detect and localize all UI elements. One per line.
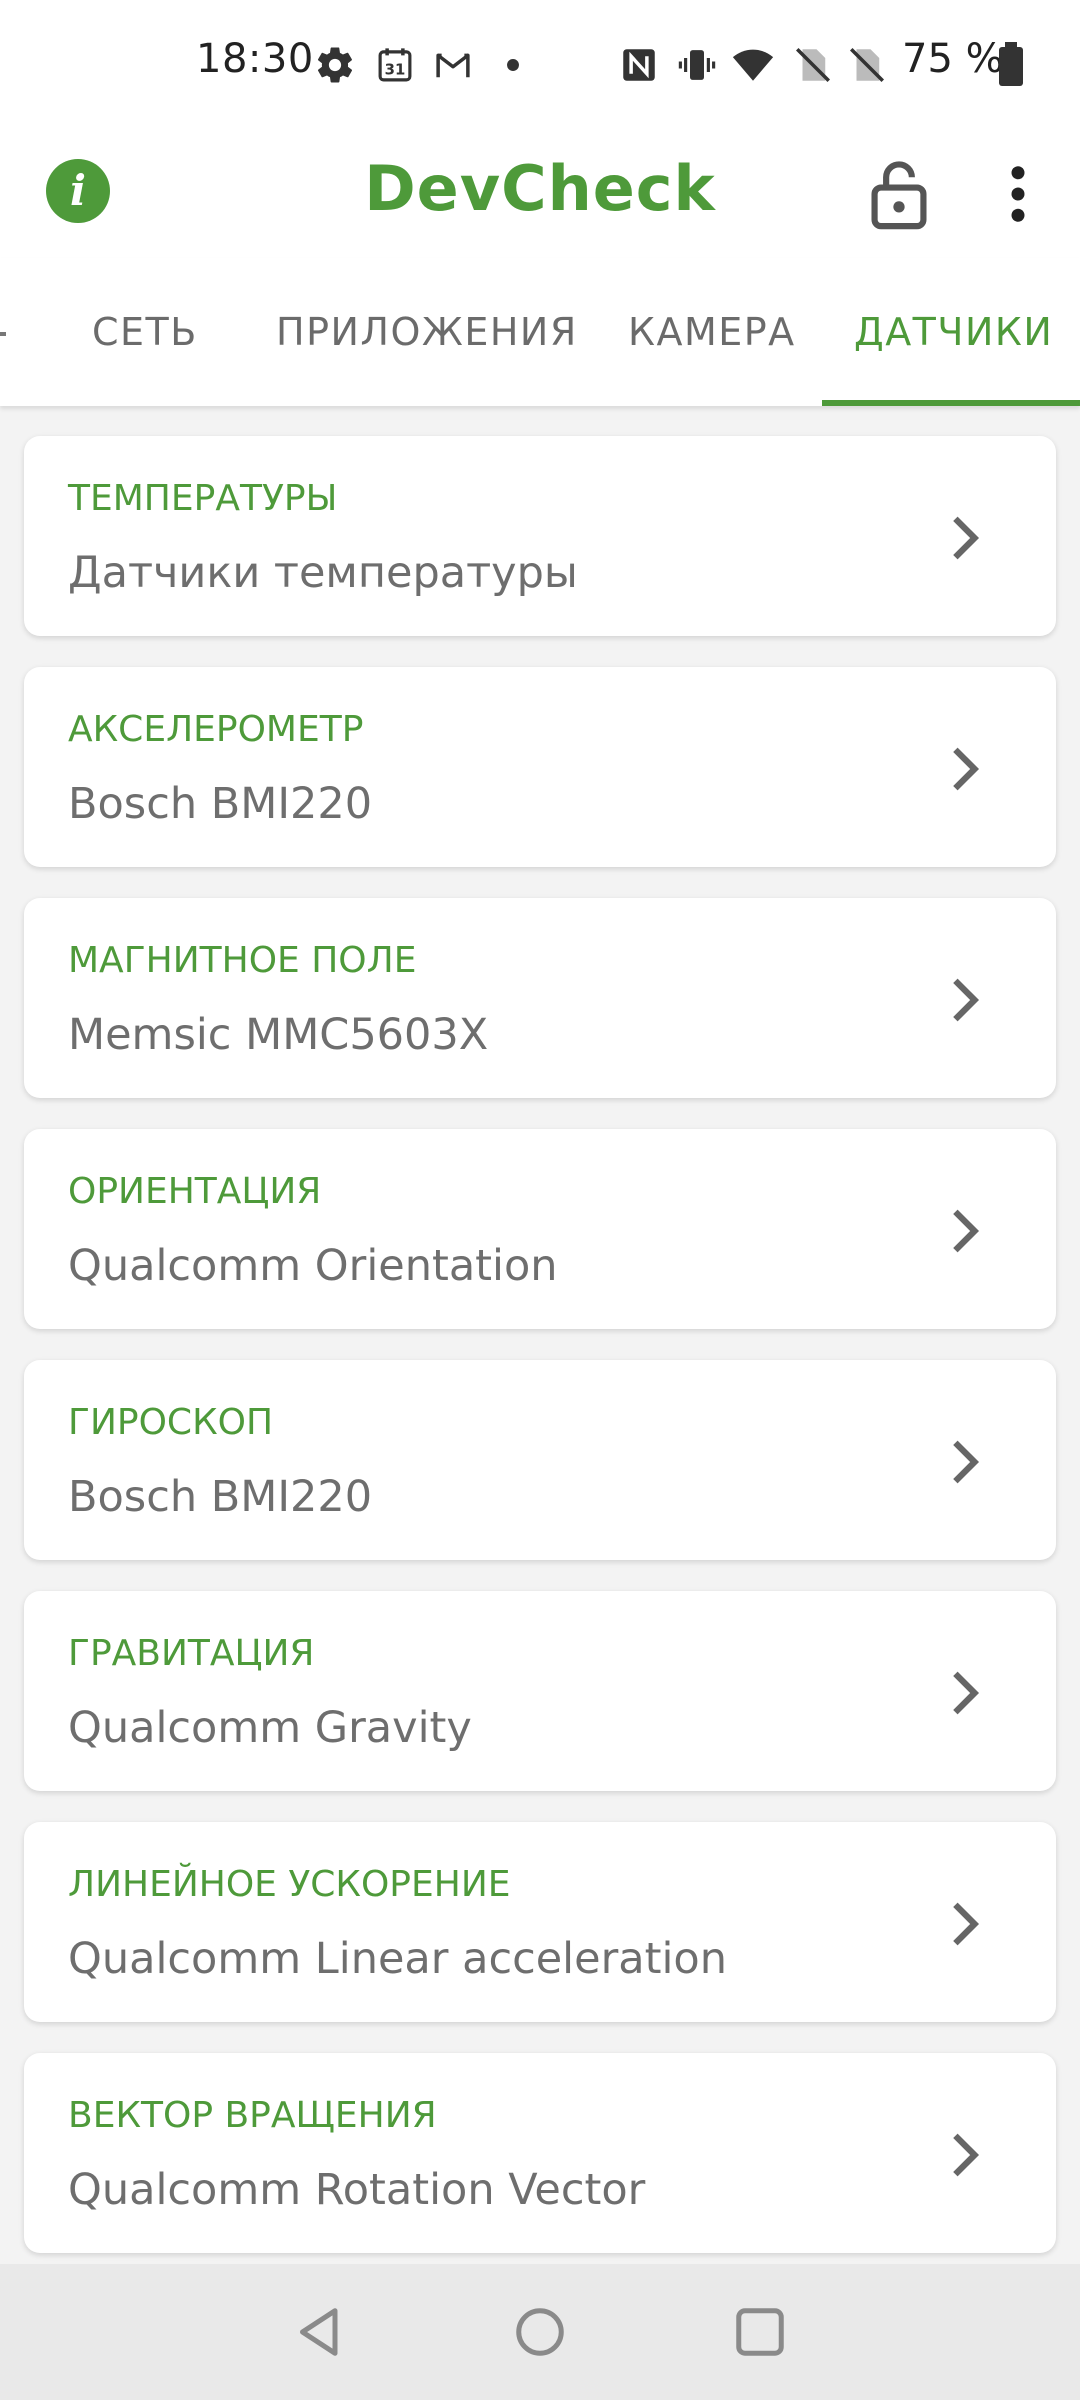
tab-apps[interactable]: ПРИЛОЖЕНИЯ [276,310,578,354]
sensor-card-magnetic-field[interactable]: МАГНИТНОЕ ПОЛЕ Memsic MMC5603X [24,898,1056,1098]
sensor-card-gyroscope[interactable]: ГИРОСКОП Bosch BMI220 [24,1360,1056,1560]
sensor-value: Memsic MMC5603X [68,1010,489,1060]
tab-sensors[interactable]: ДАТЧИКИ [854,310,1053,354]
no-sim-icon [846,44,888,86]
lock-open-icon[interactable] [868,158,930,230]
sensor-card-rotation-vector[interactable]: ВЕКТОР ВРАЩЕНИЯ Qualcomm Rotation Vector [24,2053,1056,2253]
recents-icon[interactable] [730,2302,790,2362]
sensor-value: Qualcomm Gravity [68,1703,472,1753]
sensor-value: Датчики температуры [68,548,578,598]
chevron-right-icon [950,745,980,793]
sensor-title: ВЕКТОР ВРАЩЕНИЯ [68,2095,437,2136]
chevron-right-icon [950,1669,980,1717]
sensor-title: АКСЕЛЕРОМЕТР [68,709,364,750]
chevron-right-icon [950,2131,980,2179]
screen: 18:30 31 75 % i DevCheck СЕТЬ ПРИЛОЖЕНИЯ… [0,0,1080,2400]
sensor-title: МАГНИТНОЕ ПОЛЕ [68,940,417,981]
no-sim-icon [792,44,834,86]
app-bar: i DevCheck [0,128,1080,258]
tab-indicator [822,400,1080,406]
chevron-right-icon [950,1900,980,1948]
tab-camera[interactable]: КАМЕРА [628,310,796,354]
status-bar: 18:30 31 75 % [0,0,1080,128]
sensor-value: Qualcomm Orientation [68,1241,558,1291]
sensor-list: ТЕМПЕРАТУРЫ Датчики температуры АКСЕЛЕРО… [0,406,1080,2264]
home-icon[interactable] [510,2302,570,2362]
status-time: 18:30 [196,36,314,82]
sensor-value: Qualcomm Linear acceleration [68,1934,727,1984]
system-nav-bar [0,2264,1080,2400]
chevron-right-icon [950,976,980,1024]
wifi-icon [732,44,774,86]
tab-bar: СЕТЬ ПРИЛОЖЕНИЯ КАМЕРА ДАТЧИКИ [0,258,1080,406]
calendar-day: 31 [385,61,406,79]
more-vert-icon[interactable] [1000,164,1036,224]
battery-icon [994,40,1028,88]
tab-network[interactable]: СЕТЬ [92,310,198,354]
calendar-icon: 31 [374,44,416,86]
sensor-card-temperature[interactable]: ТЕМПЕРАТУРЫ Датчики температуры [24,436,1056,636]
chevron-right-icon [950,1438,980,1486]
back-icon[interactable] [290,2302,350,2362]
vibrate-icon [676,44,718,86]
sensor-card-orientation[interactable]: ОРИЕНТАЦИЯ Qualcomm Orientation [24,1129,1056,1329]
sensor-value: Bosch BMI220 [68,779,373,829]
nfc-icon [618,44,660,86]
dot-icon [492,44,534,86]
sensor-value: Bosch BMI220 [68,1472,373,1522]
sensor-title: ЛИНЕЙНОЕ УСКОРЕНИЕ [68,1864,511,1905]
sensor-value: Qualcomm Rotation Vector [68,2165,646,2215]
gear-icon [314,44,356,86]
sensor-card-accelerometer[interactable]: АКСЕЛЕРОМЕТР Bosch BMI220 [24,667,1056,867]
sensor-title: ОРИЕНТАЦИЯ [68,1171,322,1212]
sensor-title: ГИРОСКОП [68,1402,274,1443]
sensor-card-linear-acceleration[interactable]: ЛИНЕЙНОЕ УСКОРЕНИЕ Qualcomm Linear accel… [24,1822,1056,2022]
sensor-title: ТЕМПЕРАТУРЫ [68,478,338,519]
sensor-card-gravity[interactable]: ГРАВИТАЦИЯ Qualcomm Gravity [24,1591,1056,1791]
tab-overflow-edge [0,332,6,336]
chevron-right-icon [950,1207,980,1255]
chevron-right-icon [950,514,980,562]
battery-percent: 75 % [902,36,1004,82]
gmail-icon [432,44,474,86]
sensor-title: ГРАВИТАЦИЯ [68,1633,315,1674]
